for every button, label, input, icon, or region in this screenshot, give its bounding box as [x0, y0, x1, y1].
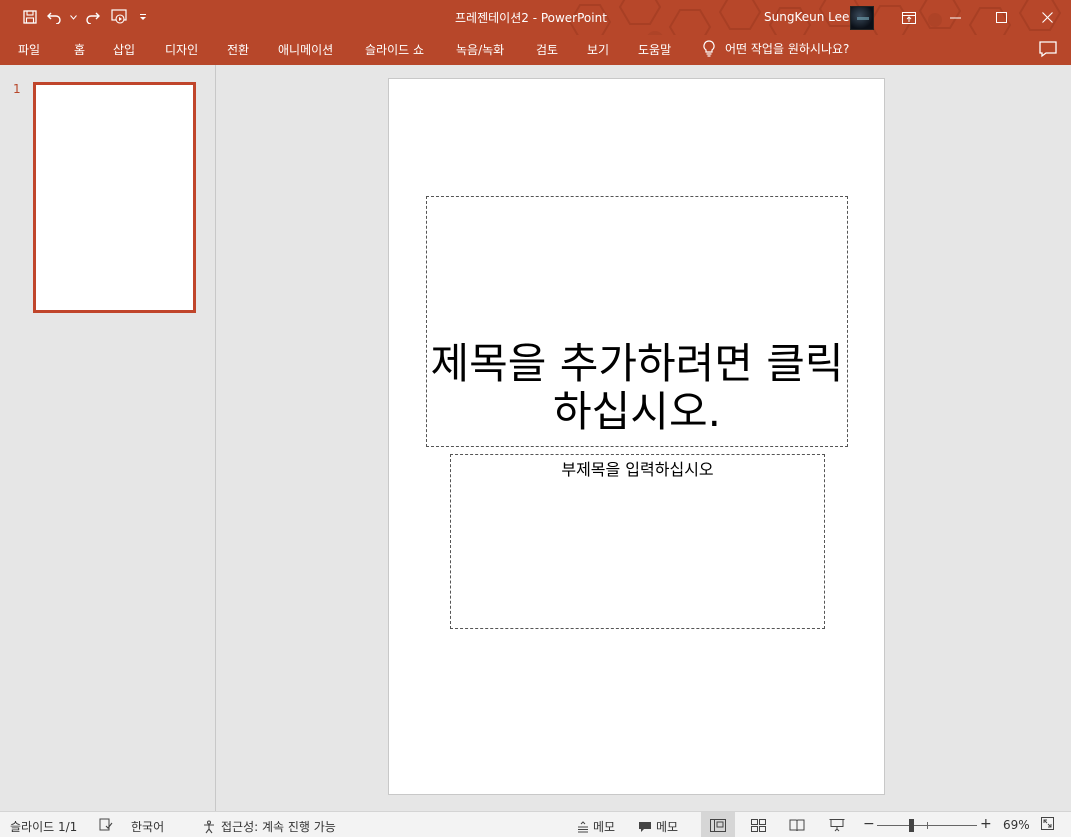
slide-sorter-icon — [750, 818, 766, 832]
comments-button[interactable] — [1038, 40, 1058, 60]
redo-icon[interactable] — [80, 6, 104, 28]
slide-show-icon — [829, 819, 845, 832]
slide-number: 1 — [13, 82, 21, 96]
tab-review[interactable]: 검토 — [536, 41, 558, 58]
language-indicator[interactable]: 한국어 — [131, 818, 164, 835]
zoom-slider-midmark — [927, 822, 928, 829]
accessibility-icon — [204, 820, 214, 833]
comments-label: 메모 — [656, 820, 679, 834]
tell-me-text: 어떤 작업을 원하시나요? — [725, 42, 850, 56]
comment-icon — [1039, 41, 1057, 58]
tell-me-search[interactable]: 어떤 작업을 원하시나요? — [703, 40, 849, 57]
slide-thumbnail-pane: 1 — [0, 65, 216, 811]
ribbon-display-icon — [902, 11, 916, 24]
spelling-check-icon[interactable] — [99, 818, 113, 831]
tab-help[interactable]: 도움말 — [638, 41, 671, 58]
normal-view-button[interactable] — [701, 812, 735, 837]
ribbon-tabs: 파일 홈 삽입 디자인 전환 애니메이션 슬라이드 쇼 녹음/녹화 검토 보기 … — [0, 35, 1071, 65]
tab-view[interactable]: 보기 — [587, 41, 609, 58]
ribbon-display-options-button[interactable] — [886, 0, 932, 35]
undo-dropdown-icon[interactable] — [68, 6, 78, 28]
undo-icon[interactable] — [44, 6, 66, 28]
zoom-out-button[interactable]: − — [863, 816, 875, 832]
tab-file[interactable]: 파일 — [18, 41, 40, 58]
subtitle-placeholder[interactable]: 부제목을 입력하십시오 — [450, 454, 825, 629]
slide-canvas[interactable]: 제목을 추가하려면 클릭하십시오. 부제목을 입력하십시오 — [388, 78, 885, 795]
notes-label: 메모 — [593, 820, 616, 834]
tab-animations[interactable]: 애니메이션 — [278, 41, 333, 58]
zoom-level[interactable]: 69% — [1003, 818, 1030, 832]
maximize-button[interactable] — [978, 0, 1024, 35]
close-icon — [1041, 12, 1053, 23]
title-placeholder[interactable]: 제목을 추가하려면 클릭하십시오. — [426, 196, 848, 447]
tab-design[interactable]: 디자인 — [165, 41, 198, 58]
tab-transitions[interactable]: 전환 — [227, 41, 249, 58]
accessibility-text: 접근성: 계속 진행 가능 — [221, 820, 336, 834]
accessibility-status[interactable]: 접근성: 계속 진행 가능 — [201, 818, 336, 835]
comments-status-button[interactable]: 메모 — [638, 818, 678, 835]
subtitle-placeholder-text: 부제목을 입력하십시오 — [561, 460, 714, 479]
tab-insert[interactable]: 삽입 — [113, 41, 135, 58]
slide-sorter-view-button[interactable] — [741, 812, 775, 837]
minimize-icon — [949, 17, 961, 18]
tab-recording[interactable]: 녹음/녹화 — [456, 41, 504, 58]
window-title: 프레젠테이션2 - PowerPoint — [455, 11, 607, 25]
user-name[interactable]: SungKeun Lee — [764, 10, 849, 24]
slide-show-view-button[interactable] — [820, 812, 854, 837]
slide-thumbnail[interactable] — [33, 82, 196, 313]
save-icon[interactable] — [18, 6, 42, 28]
zoom-in-button[interactable]: + — [980, 816, 992, 832]
start-from-beginning-icon[interactable] — [106, 6, 134, 28]
customize-qat-icon[interactable] — [136, 6, 150, 28]
notes-icon — [578, 820, 588, 832]
notes-button[interactable]: 메모 — [577, 818, 615, 835]
lightbulb-icon — [703, 40, 715, 57]
title-bar: 프레젠테이션2 - PowerPoint SungKeun Lee — [0, 0, 1071, 35]
normal-view-icon — [710, 818, 726, 832]
comment-filled-icon — [639, 821, 651, 832]
close-button[interactable] — [1024, 0, 1070, 35]
quick-access-toolbar — [18, 6, 150, 28]
reading-view-icon — [789, 819, 805, 831]
fit-to-window-icon[interactable] — [1041, 817, 1054, 830]
tab-slide-show[interactable]: 슬라이드 쇼 — [365, 41, 424, 58]
avatar[interactable] — [850, 6, 874, 30]
minimize-button[interactable] — [932, 0, 978, 35]
maximize-icon — [995, 12, 1007, 23]
zoom-slider-handle[interactable] — [909, 819, 914, 832]
tab-home[interactable]: 홈 — [74, 41, 85, 58]
reading-view-button[interactable] — [780, 812, 814, 837]
status-bar: 슬라이드 1/1 한국어 접근성: 계속 진행 가능 메모 메모 − + 69% — [0, 811, 1071, 837]
title-placeholder-text: 제목을 추가하려면 클릭하십시오. — [430, 339, 844, 436]
slide-count[interactable]: 슬라이드 1/1 — [10, 818, 77, 835]
